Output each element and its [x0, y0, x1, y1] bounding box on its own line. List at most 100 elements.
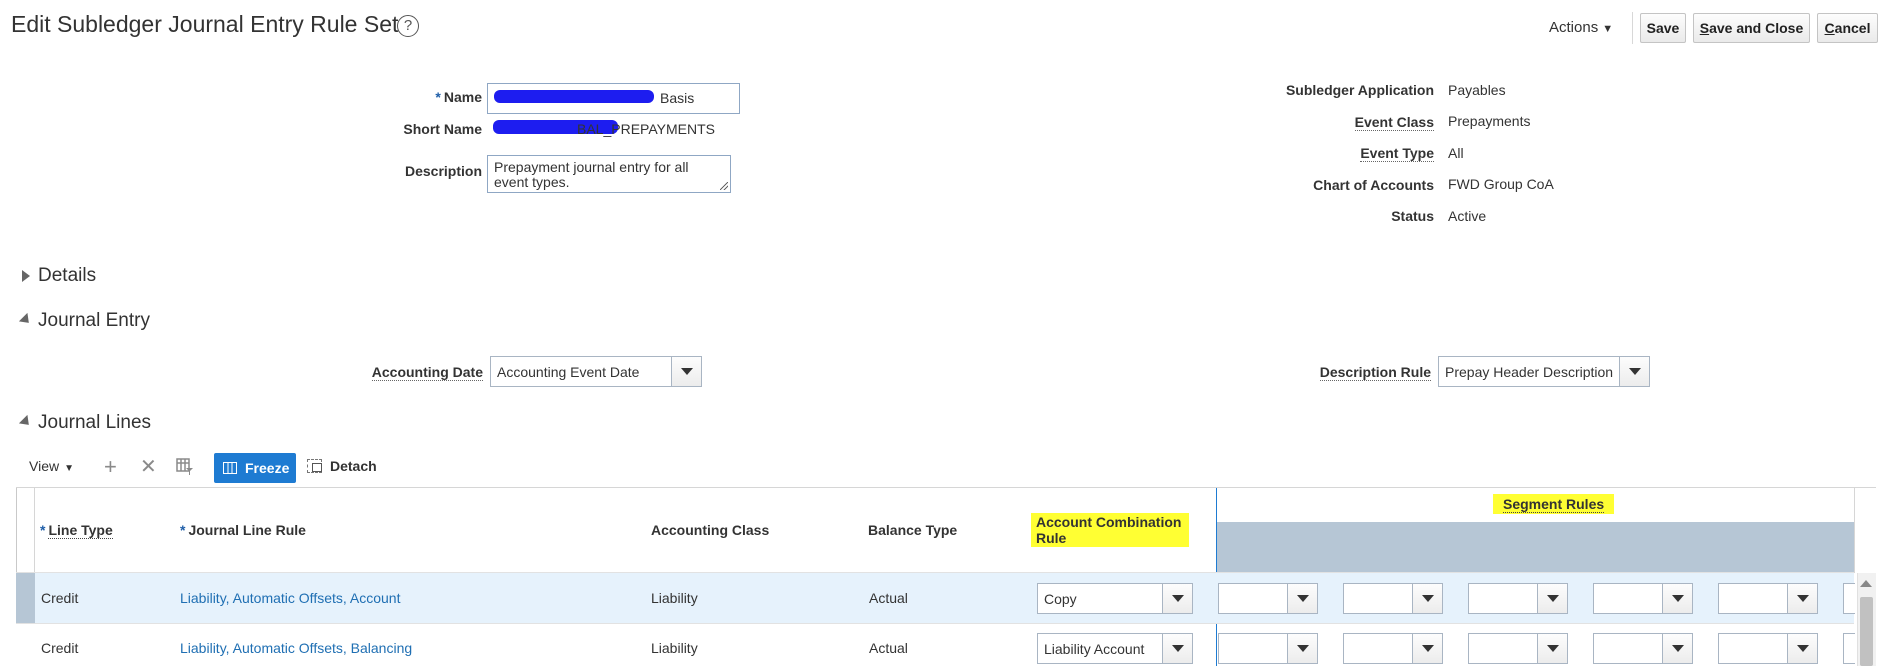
name-label: * Name — [435, 89, 482, 105]
event-type-label: Event Type — [1360, 145, 1434, 162]
segment-rule-select[interactable] — [1593, 583, 1693, 614]
journal-entry-section-header[interactable]: Journal Entry — [18, 310, 220, 336]
name-input[interactable]: Basis — [487, 83, 740, 114]
subledger-application-label: Subledger Application — [1285, 82, 1434, 98]
accounting-class-cell: Liability — [651, 640, 698, 656]
view-menu[interactable]: View ▼ — [29, 458, 74, 474]
chevron-down-icon: ▼ — [64, 463, 74, 474]
chevron-down-icon[interactable] — [1162, 634, 1192, 663]
short-name-value-visible: BAL_PREPAYMENTS — [577, 121, 715, 137]
segment-rule-select[interactable] — [1343, 583, 1443, 614]
save-close-label: ave and Close — [1709, 20, 1804, 36]
save-and-close-button[interactable]: Save and Close — [1693, 13, 1810, 43]
cancel-button[interactable]: Cancel — [1817, 13, 1878, 43]
chevron-down-icon[interactable] — [1619, 357, 1649, 386]
chart-of-accounts-value: FWD Group CoA — [1448, 176, 1554, 192]
accounting-date-label: Accounting Date — [371, 364, 483, 381]
event-type-value: All — [1448, 145, 1464, 161]
segment-rule-select[interactable] — [1593, 633, 1693, 664]
row-selector[interactable] — [16, 573, 35, 623]
column-header-balance-type[interactable]: Balance Type — [868, 522, 957, 538]
chevron-down-icon[interactable] — [1287, 584, 1317, 613]
segment-rule-select[interactable] — [1468, 633, 1568, 664]
line-type-cell: Credit — [41, 590, 79, 606]
description-rule-select[interactable]: Prepay Header Description — [1438, 356, 1650, 387]
journal-lines-title: Journal Lines — [38, 412, 152, 433]
chevron-down-icon: ▼ — [1602, 23, 1614, 35]
actions-menu[interactable]: Actions ▼ — [1549, 19, 1613, 36]
detach-icon — [307, 459, 322, 473]
segment-rule-select[interactable] — [1718, 633, 1818, 664]
chevron-down-icon[interactable] — [1537, 584, 1567, 613]
account-combination-rule-select[interactable]: Copy — [1037, 583, 1193, 614]
segment-rule-select[interactable] — [1343, 633, 1443, 664]
segment-rule-select[interactable] — [1218, 583, 1318, 614]
freeze-label: Freeze — [245, 460, 290, 476]
event-type-label-text: Event Type — [1360, 145, 1434, 162]
chevron-down-icon[interactable] — [1412, 584, 1442, 613]
chevron-down-icon[interactable] — [1412, 634, 1442, 663]
detach-button[interactable]: Detach — [307, 458, 377, 474]
redaction-mark — [494, 90, 654, 103]
journal-line-rule-link[interactable]: Liability, Automatic Offsets, Balancing — [180, 640, 412, 656]
account-combination-rule-select[interactable]: Liability Account — [1037, 633, 1193, 664]
chevron-down-icon[interactable] — [1787, 634, 1817, 663]
segment-rule-select[interactable] — [1843, 633, 1855, 664]
chevron-down-icon[interactable] — [1787, 584, 1817, 613]
query-by-example-icon[interactable] — [176, 458, 194, 476]
scroll-up-icon[interactable] — [1860, 580, 1872, 587]
resize-grip-icon[interactable] — [720, 182, 728, 190]
event-class-label: Event Class — [1354, 114, 1434, 131]
short-name-value: BAL_PREPAYMENTS — [493, 120, 715, 138]
segment-rule-select[interactable] — [1468, 583, 1568, 614]
details-title: Details — [38, 265, 97, 286]
line-type-cell: Credit — [41, 640, 79, 656]
event-class-value: Prepayments — [1448, 113, 1531, 129]
account-combination-header-line1: Account Combination — [1036, 514, 1182, 530]
column-header-line-type[interactable]: * Line Type — [40, 522, 113, 539]
column-header-journal-line-rule[interactable]: * Journal Line Rule — [180, 522, 306, 538]
table-row[interactable]: Credit Liability, Automatic Offsets, Bal… — [35, 624, 1215, 666]
description-rule-label: Description Rule — [1319, 364, 1431, 381]
details-section-header[interactable]: Details — [22, 265, 172, 291]
chevron-down-icon[interactable] — [1662, 634, 1692, 663]
description-label: Description — [404, 163, 482, 179]
chevron-down-icon[interactable] — [1287, 634, 1317, 663]
page-title: Edit Subledger Journal Entry Rule Set — [11, 11, 399, 37]
collapse-icon — [18, 414, 34, 430]
chevron-down-icon[interactable] — [1537, 634, 1567, 663]
delete-icon[interactable]: ✕ — [140, 456, 157, 478]
table-top-border — [16, 487, 1876, 488]
chevron-down-icon[interactable] — [1162, 584, 1192, 613]
column-header-accounting-class[interactable]: Accounting Class — [651, 522, 769, 538]
segment-rule-select[interactable] — [1718, 583, 1818, 614]
accounting-date-select[interactable]: Accounting Event Date — [490, 356, 702, 387]
scrollbar-thumb[interactable] — [1860, 597, 1873, 666]
accounting-class-cell: Liability — [651, 590, 698, 606]
segment-rule-select[interactable] — [1218, 633, 1318, 664]
segment-rules-header: Segment Rules — [1503, 496, 1605, 513]
add-icon[interactable]: + — [104, 456, 117, 478]
column-group-segment-rules: Segment Rules — [1493, 494, 1615, 514]
account-combination-rule-value: Liability Account — [1044, 641, 1145, 657]
chevron-down-icon[interactable] — [671, 357, 701, 386]
actions-label: Actions — [1549, 19, 1599, 36]
help-icon[interactable]: ? — [397, 15, 419, 37]
journal-line-rule-link[interactable]: Liability, Automatic Offsets, Account — [180, 590, 400, 606]
balance-type-cell: Actual — [869, 640, 908, 656]
toolbar-separator — [1632, 12, 1633, 44]
chevron-down-icon[interactable] — [1662, 584, 1692, 613]
account-combination-rule-value: Copy — [1044, 591, 1077, 607]
description-value: Prepayment journal entry for all event t… — [494, 159, 689, 190]
table-row[interactable]: Credit Liability, Automatic Offsets, Acc… — [35, 573, 1215, 623]
short-name-label: Short Name — [403, 121, 482, 137]
column-header-account-combination-rule[interactable]: Account Combination Rule — [1031, 513, 1190, 547]
segment-rule-select[interactable] — [1843, 583, 1855, 614]
journal-lines-section-header[interactable]: Journal Lines — [18, 412, 220, 438]
description-textarea[interactable]: Prepayment journal entry for all event t… — [487, 155, 731, 193]
status-value: Active — [1448, 208, 1487, 224]
event-class-label-text: Event Class — [1354, 114, 1434, 131]
freeze-button[interactable]: Freeze — [214, 453, 296, 483]
save-button[interactable]: Save — [1640, 13, 1686, 43]
name-value-visible: Basis — [660, 90, 695, 106]
